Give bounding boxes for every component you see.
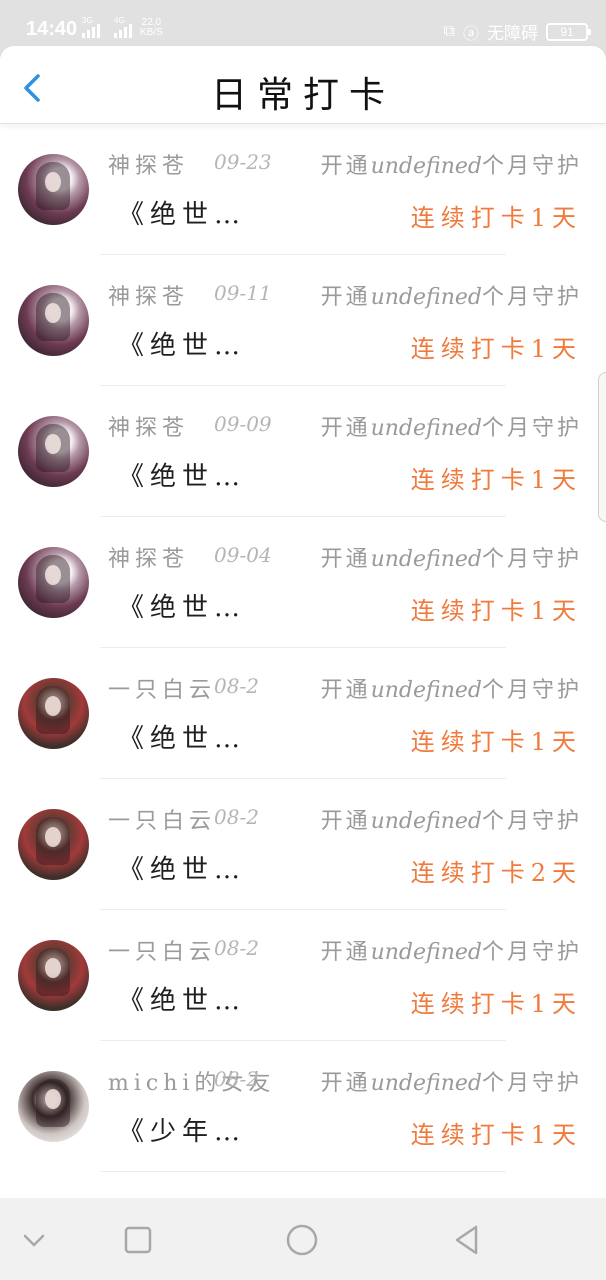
checkin-date: 08-2: [214, 936, 259, 960]
avatar[interactable]: [18, 547, 89, 618]
list-item[interactable]: 神探苍 09-09 开通undefined个月守护《绝世… 连续打卡1天: [0, 386, 606, 517]
guard-action: 开通undefined个月守护: [320, 940, 582, 965]
checkin-date: 09-09: [214, 412, 272, 436]
list-item[interactable]: 神探苍 09-11 开通undefined个月守护《绝世… 连续打卡1天: [0, 255, 606, 386]
guard-action: 开通undefined个月守护: [320, 1071, 582, 1096]
navigation-bar: [0, 1198, 606, 1280]
user-name: 一只白云: [108, 678, 217, 703]
lock-icon: ⓐ: [462, 25, 479, 43]
app-header: 日常打卡: [0, 46, 606, 124]
book-title[interactable]: 《绝世…: [118, 980, 246, 1017]
guard-action: 开通undefined个月守护: [320, 678, 582, 703]
avatar[interactable]: [18, 678, 89, 749]
checkin-date: 09-23: [214, 150, 272, 174]
network-speed: 22.0 KB/S: [140, 17, 163, 38]
checkin-date: 09-11: [214, 281, 272, 305]
user-name: 一只白云: [108, 940, 217, 965]
checkin-date: 08-2: [214, 1067, 259, 1091]
book-title[interactable]: 《少年…: [118, 1111, 246, 1148]
avatar[interactable]: [18, 154, 89, 225]
user-name: 神探苍: [108, 416, 190, 441]
avatar[interactable]: [18, 1071, 89, 1142]
list-item[interactable]: 一只白云 08-2 开通undefined个月守护《绝世… 连续打卡2天: [0, 779, 606, 910]
page-title: 日常打卡: [210, 75, 395, 116]
checkin-date: 08-2: [214, 674, 259, 698]
avatar[interactable]: [18, 416, 89, 487]
app-notification-icon: ⧉: [443, 22, 455, 40]
guard-action: 开通undefined个月守护: [320, 547, 582, 572]
scroll-handle[interactable]: [598, 372, 606, 522]
book-title[interactable]: 《绝世…: [118, 325, 246, 362]
guard-action: 开通undefined个月守护: [320, 416, 582, 441]
divider: [100, 1171, 506, 1172]
streak-label: 连续打卡2天: [410, 859, 582, 887]
triangle-left-icon[interactable]: [448, 1220, 488, 1260]
chevron-down-icon[interactable]: [14, 1220, 54, 1260]
streak-label: 连续打卡1天: [410, 728, 582, 756]
square-icon[interactable]: [118, 1220, 158, 1260]
user-name: 神探苍: [108, 285, 190, 310]
list-item[interactable]: 一只白云 08-2 开通undefined个月守护《绝世… 连续打卡1天: [0, 910, 606, 1041]
guard-action: 开通undefined个月守护: [320, 285, 582, 310]
book-title[interactable]: 《绝世…: [118, 718, 246, 755]
book-title[interactable]: 《绝世…: [118, 587, 246, 624]
accessibility-label: 无障碍: [487, 24, 538, 43]
checkin-date: 08-2: [214, 805, 259, 829]
avatar[interactable]: [18, 940, 89, 1011]
signal-icon: 4G: [114, 16, 132, 38]
list-item[interactable]: michi的女友 08-2 开通undefined个月守护 《少年… 连续打卡1天: [0, 1041, 606, 1172]
book-title[interactable]: 《绝世…: [118, 849, 246, 886]
streak-label: 连续打卡1天: [410, 335, 582, 363]
streak-label: 连续打卡1天: [410, 1121, 582, 1149]
user-name: 神探苍: [108, 547, 190, 572]
avatar[interactable]: [18, 809, 89, 880]
streak-label: 连续打卡1天: [410, 990, 582, 1018]
user-name: 神探苍: [108, 154, 190, 179]
list-item[interactable]: 神探苍 09-23 开通undefined个月守护《绝世… 连续打卡1天: [0, 124, 606, 255]
circle-icon[interactable]: [282, 1220, 322, 1260]
user-name: 一只白云: [108, 809, 217, 834]
list-item[interactable]: 神探苍 09-04 开通undefined个月守护《绝世… 连续打卡1天: [0, 517, 606, 648]
streak-label: 连续打卡1天: [410, 466, 582, 494]
list-item[interactable]: 一只白云 08-2 开通undefined个月守护《绝世… 连续打卡1天: [0, 648, 606, 779]
status-right: ⧉ ⓐ 无障碍 91: [443, 19, 591, 44]
status-time: 14:40: [26, 18, 78, 40]
streak-label: 连续打卡1天: [410, 597, 582, 625]
checkin-date: 09-04: [214, 543, 272, 567]
checkin-list: 神探苍 09-23 开通undefined个月守护 《绝世… 连续打卡1天 神探苍 09-1…: [0, 124, 606, 1172]
book-title[interactable]: 《绝世…: [118, 456, 246, 493]
battery-icon: 91: [546, 22, 591, 41]
avatar[interactable]: [18, 285, 89, 356]
guard-action: 开通undefined个月守护: [320, 154, 582, 179]
guard-action: 开通undefined个月守护: [320, 809, 582, 834]
signal-icon: 3G: [82, 16, 100, 38]
streak-label: 连续打卡1天: [410, 204, 582, 232]
book-title[interactable]: 《绝世…: [118, 194, 246, 231]
